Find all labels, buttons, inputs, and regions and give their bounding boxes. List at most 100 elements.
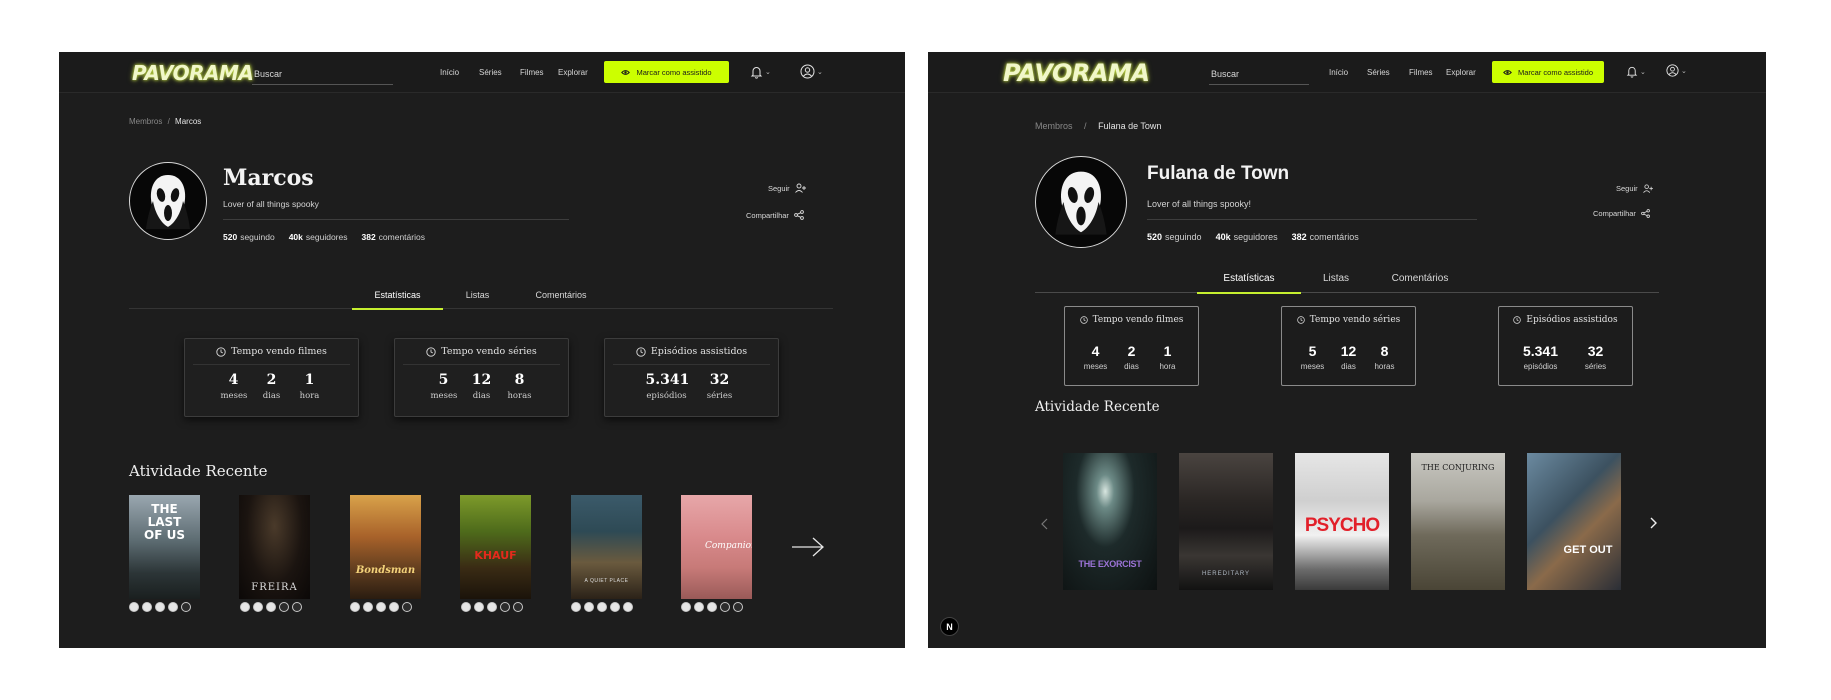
profile-bio: Lover of all things spooky!: [1147, 199, 1252, 209]
ghostface-mask-icon: [146, 175, 190, 229]
poster-bondsman[interactable]: Bondsman: [350, 495, 421, 599]
followers-count[interactable]: 40k seguidores: [1216, 232, 1278, 242]
nav-link-inicio[interactable]: Início: [440, 68, 459, 77]
poster-title: PSYCHO: [1304, 515, 1380, 536]
top-navbar: PAVORAMA Buscar Início Séries Filmes Exp…: [928, 52, 1766, 93]
skull-rating-icon: [389, 602, 399, 612]
poster-rating: [350, 602, 412, 612]
chevron-right-icon[interactable]: [1650, 517, 1657, 529]
share-button[interactable]: Compartilhar: [746, 210, 804, 220]
poster-freira[interactable]: FREIRA: [239, 495, 310, 599]
tab-listas[interactable]: Listas: [443, 290, 512, 310]
breadcrumb-parent[interactable]: Membros: [129, 117, 162, 126]
nav-link-filmes[interactable]: Filmes: [520, 68, 544, 77]
poster-companion[interactable]: Companion: [681, 495, 752, 599]
search-input[interactable]: Buscar: [1209, 63, 1309, 85]
poster-hereditary[interactable]: HEREDITARY: [1179, 453, 1273, 590]
framework-badge-label: N: [946, 621, 953, 632]
skull-rating-icon: [129, 602, 139, 612]
notifications-button[interactable]: ⌄: [1626, 65, 1646, 78]
avatar: [129, 162, 207, 240]
ghostface-mask-icon: [1055, 171, 1107, 235]
clock-icon: [1297, 316, 1305, 324]
user-menu-button[interactable]: ⌄: [800, 64, 823, 79]
poster-the-last-of-us[interactable]: THE LAST OF US: [129, 495, 200, 599]
skull-rating-icon: [253, 602, 263, 612]
mark-watched-button[interactable]: Marcar como assistido: [1492, 61, 1604, 83]
stat-value: 4 meses: [220, 372, 248, 401]
poster-title: Bondsman: [355, 565, 416, 576]
stat-value: 5 meses: [1300, 343, 1325, 371]
skull-rating-icon: [292, 602, 302, 612]
mark-watched-button[interactable]: Marcar como assistido: [604, 61, 729, 83]
follow-button[interactable]: Seguir: [1616, 184, 1653, 193]
framework-badge[interactable]: N: [940, 617, 959, 636]
stat-value: 32 séries: [1584, 343, 1607, 371]
skull-rating-icon: [142, 602, 152, 612]
stat-card-divider: [193, 364, 350, 365]
followers-count[interactable]: 40k seguidores: [289, 232, 348, 242]
stat-values: 4 meses 2 dias 1 hora: [1065, 343, 1198, 371]
brand-logo[interactable]: PAVORAMA: [132, 61, 254, 85]
poster-the-exorcist[interactable]: THE EXORCIST: [1063, 453, 1157, 590]
user-circle-icon: [800, 64, 815, 79]
poster-title: THE EXORCIST: [1078, 559, 1142, 569]
nav-link-series[interactable]: Séries: [479, 68, 502, 77]
skull-rating-icon: [500, 602, 510, 612]
stat-card-divider: [403, 364, 560, 365]
poster-a-quiet-place[interactable]: A QUIET PLACE: [571, 495, 642, 599]
skull-rating-icon: [376, 602, 386, 612]
tab-estatisticas[interactable]: Estatísticas: [1197, 273, 1301, 294]
comments-count[interactable]: 382 comentários: [1292, 232, 1359, 242]
following-count[interactable]: 520 seguindo: [223, 232, 275, 242]
user-circle-icon: [1666, 64, 1679, 77]
poster-title: A QUIET PLACE: [584, 578, 629, 584]
tab-estatisticas[interactable]: Estatísticas: [352, 290, 443, 310]
stat-value: 8 horas: [1374, 343, 1395, 371]
tab-listas[interactable]: Listas: [1301, 273, 1371, 294]
share-icon: [794, 210, 804, 220]
recent-activity-title: Atividade Recente: [129, 462, 268, 480]
chevron-left-icon[interactable]: [1041, 518, 1048, 530]
poster-khauf[interactable]: KHAUF: [460, 495, 531, 599]
stat-value: 2 dias: [1124, 343, 1139, 371]
nav-link-filmes[interactable]: Filmes: [1409, 68, 1433, 77]
nav-link-explorar[interactable]: Explorar: [1446, 68, 1476, 77]
stat-value: 5.341 episódios: [645, 372, 690, 401]
tab-comentarios[interactable]: Comentários: [1371, 273, 1469, 294]
poster-the-conjuring[interactable]: THE CONJURING: [1411, 453, 1505, 590]
clock-icon: [1079, 316, 1088, 324]
profile-divider: [1147, 219, 1477, 220]
nav-link-explorar[interactable]: Explorar: [558, 68, 588, 77]
share-label: Compartilhar: [746, 210, 789, 220]
arrow-right-icon[interactable]: [791, 536, 825, 558]
following-count[interactable]: 520 seguindo: [1147, 232, 1202, 242]
tab-comentarios[interactable]: Comentários: [512, 290, 610, 310]
chevron-down-icon: ⌄: [1640, 68, 1646, 76]
eye-icon: [1503, 69, 1512, 75]
nav-link-series[interactable]: Séries: [1367, 68, 1390, 77]
poster-title: KHAUF: [474, 549, 517, 562]
stat-card-title: Tempo vendo séries: [1309, 315, 1401, 325]
poster-get-out[interactable]: GET OUT: [1527, 453, 1621, 590]
notifications-button[interactable]: ⌄: [750, 65, 771, 79]
follow-button[interactable]: Seguir: [768, 183, 806, 193]
profile-counts: 520 seguindo 40k seguidores 382 comentários: [223, 232, 425, 242]
poster-title: FREIRA: [251, 582, 298, 593]
share-button[interactable]: Compartilhar: [1593, 209, 1650, 218]
search-input[interactable]: Buscar: [252, 63, 393, 85]
stat-card-series: Tempo vendo séries 5 meses 12 dias 8 horas: [1281, 306, 1416, 386]
breadcrumb-parent[interactable]: Membros: [1035, 121, 1073, 131]
breadcrumb: Membros / Fulana de Town: [1035, 121, 1161, 131]
user-plus-icon: [794, 183, 806, 193]
user-menu-button[interactable]: ⌄: [1666, 64, 1687, 77]
poster-psycho[interactable]: PSYCHO: [1295, 453, 1389, 590]
stat-value: 1 hora: [1159, 343, 1176, 371]
profile-screen-marcos: PAVORAMA Buscar Início Séries Filmes Exp…: [59, 52, 905, 648]
stat-card-header: Episódios assistidos: [605, 339, 778, 364]
comments-count[interactable]: 382 comentários: [361, 232, 425, 242]
brand-logo[interactable]: PAVORAMA: [1003, 59, 1150, 87]
nav-link-inicio[interactable]: Início: [1329, 68, 1348, 77]
poster-rating: [129, 602, 191, 612]
eye-icon: [621, 69, 631, 75]
